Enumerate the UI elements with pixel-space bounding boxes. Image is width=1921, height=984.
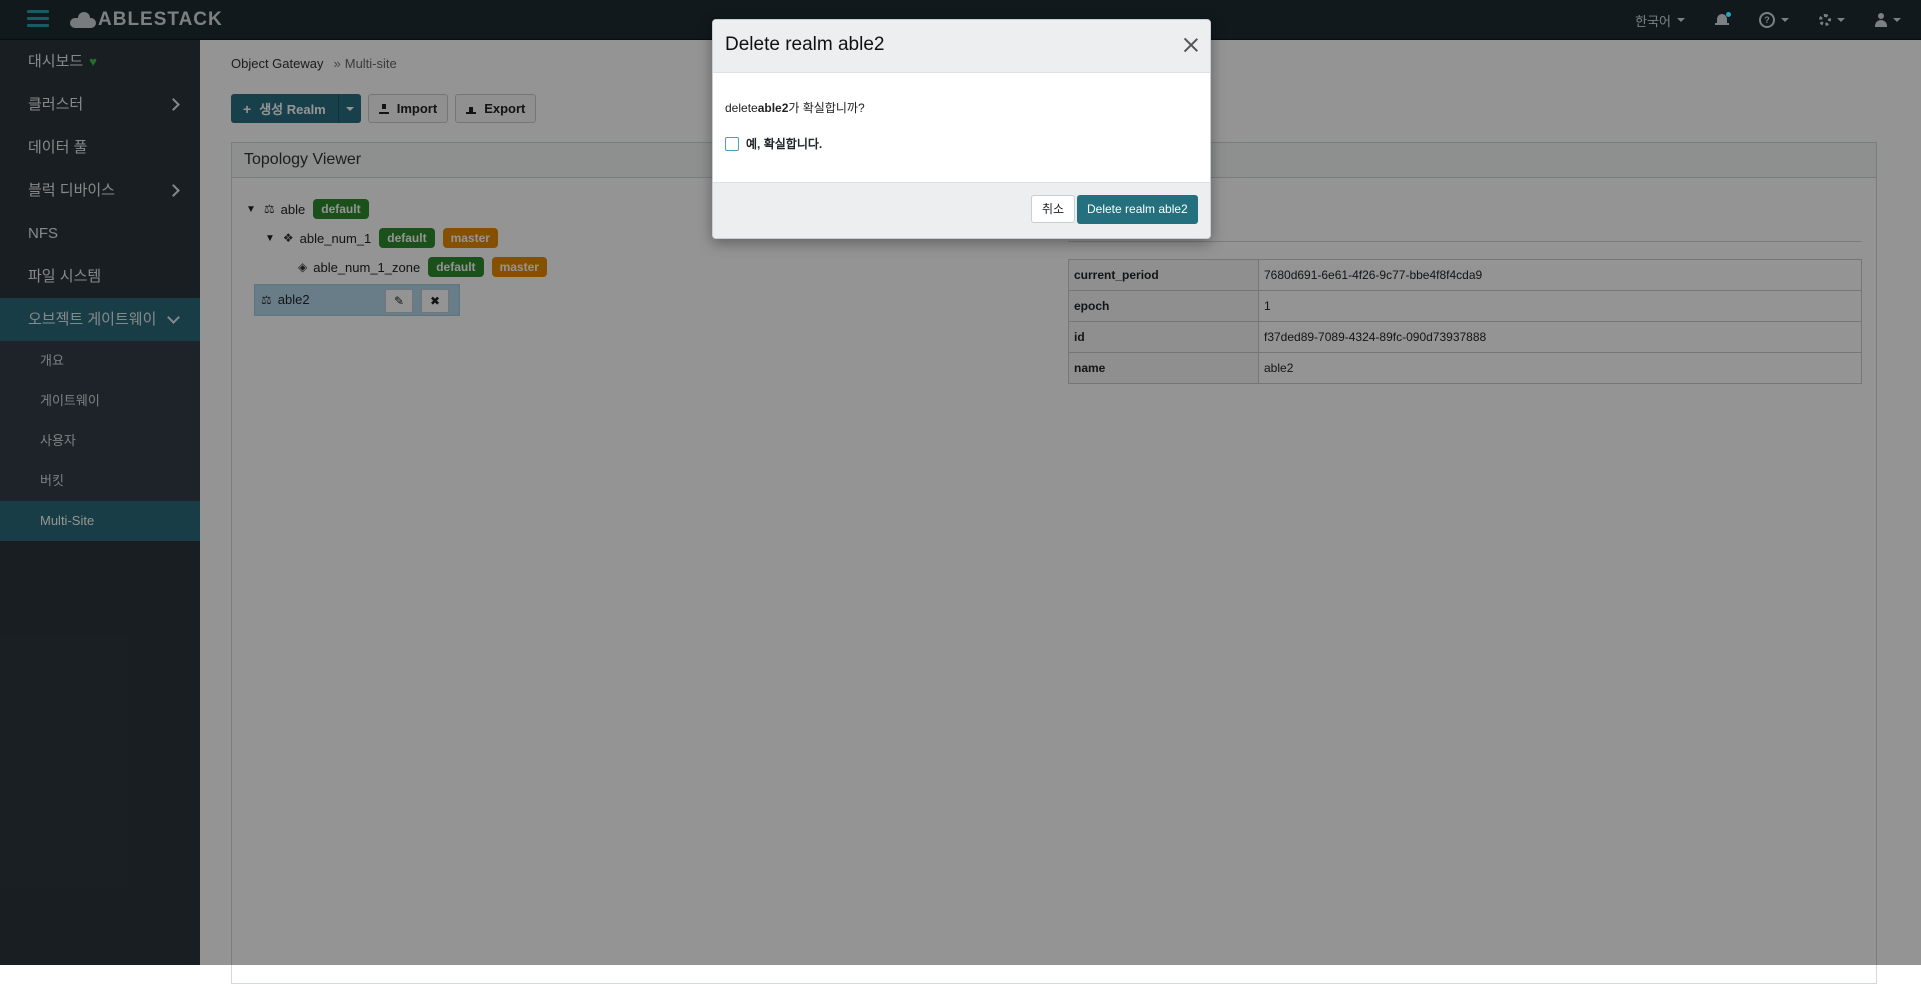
confirm-checkbox[interactable] — [725, 136, 739, 151]
delete-realm-modal: Delete realm able2 deleteable2가 확실합니까? 예… — [712, 19, 1211, 239]
confirm-prefix: delete — [725, 101, 758, 115]
modal-footer: 취소 Delete realm able2 — [713, 182, 1210, 238]
modal-body: deleteable2가 확실합니까? 예, 확실합니다. — [713, 73, 1210, 181]
confirm-checkbox-label: 예, 확실합니다. — [746, 137, 823, 151]
modal-header: Delete realm able2 — [713, 20, 1210, 73]
confirm-message: deleteable2가 확실합니까? — [725, 99, 865, 116]
cancel-button[interactable]: 취소 — [1031, 195, 1076, 223]
delete-confirm-button[interactable]: Delete realm able2 — [1077, 195, 1198, 224]
confirm-suffix: 가 확실합니까? — [788, 101, 865, 115]
modal-title: Delete realm able2 — [725, 34, 885, 55]
close-icon[interactable] — [1182, 36, 1200, 54]
confirm-target: able2 — [757, 101, 789, 115]
confirm-checkbox-row[interactable]: 예, 확실합니다. — [725, 135, 822, 152]
